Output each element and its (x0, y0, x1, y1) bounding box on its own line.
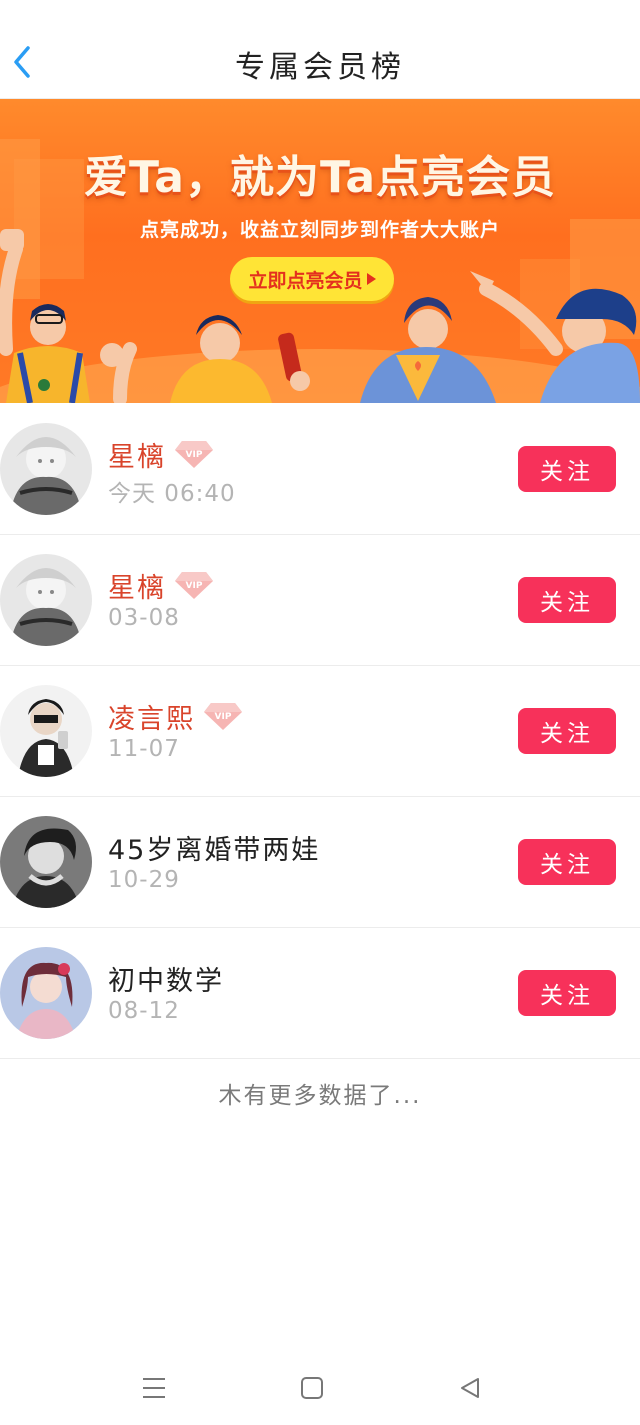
name-line: 星樆 VIP (108, 565, 214, 605)
cta-label: 立即点亮会员 (248, 269, 363, 292)
member-name: 初中数学 (108, 965, 224, 997)
member-list: 星樆 VIP 今天 06:40 关注 星樆 VIP 03-08 关注 凌言熙 V… (0, 404, 640, 1059)
follow-button[interactable]: 关注 (518, 839, 616, 885)
vip-diamond-icon: VIP (175, 441, 213, 468)
follow-button[interactable]: 关注 (518, 970, 616, 1016)
avatar[interactable] (0, 947, 92, 1039)
vip-diamond-icon: VIP (204, 703, 242, 730)
svg-text:VIP: VIP (186, 581, 203, 591)
member-name: 45岁离婚带两娃 (108, 834, 321, 866)
banner-title: 爱Ta，就为Ta点亮会员 (83, 152, 557, 203)
member-name: 星樆 (108, 572, 166, 604)
vip-diamond-icon: VIP (175, 572, 213, 599)
play-triangle-icon (366, 273, 376, 285)
page: 专属会员榜 爱Ta，就为Ta点亮会员 点亮成功，收益立刻同步到作者大大账户 立即… (0, 0, 640, 1425)
list-item[interactable]: 星樆 VIP 03-08 关注 (0, 535, 640, 666)
page-title: 专属会员榜 (235, 50, 405, 85)
list-item[interactable]: 初中数学 08-12 关注 (0, 928, 640, 1059)
banner-subtitle: 点亮成功，收益立刻同步到作者大大账户 (139, 219, 500, 241)
system-nav-bar (0, 1350, 640, 1425)
name-line: 初中数学 (108, 958, 224, 998)
list-item[interactable]: 凌言熙 VIP 11-07 关注 (0, 666, 640, 797)
avatar[interactable] (0, 423, 92, 515)
svg-text:VIP: VIP (186, 450, 203, 460)
square-home-icon (301, 1377, 323, 1399)
member-name: 星樆 (108, 441, 166, 473)
avatar[interactable] (0, 816, 92, 908)
timestamp: 08-12 (108, 998, 180, 1024)
follow-button[interactable]: 关注 (518, 577, 616, 623)
promo-banner[interactable]: 爱Ta，就为Ta点亮会员 点亮成功，收益立刻同步到作者大大账户 立即点亮会员 (0, 99, 640, 403)
avatar[interactable] (0, 554, 92, 646)
svg-text:VIP: VIP (215, 712, 232, 722)
no-more-data-text: 木有更多数据了... (218, 1083, 422, 1109)
light-up-vip-button[interactable]: 立即点亮会员 (230, 257, 394, 301)
timestamp: 今天 06:40 (108, 481, 236, 507)
back-nav-button[interactable] (452, 1370, 488, 1406)
name-line: 45岁离婚带两娃 (108, 827, 320, 867)
list-item[interactable]: 45岁离婚带两娃 10-29 关注 (0, 797, 640, 928)
home-nav-button[interactable] (294, 1370, 330, 1406)
timestamp: 03-08 (108, 605, 180, 631)
follow-button[interactable]: 关注 (518, 708, 616, 754)
name-line: 星樆 VIP (108, 434, 214, 474)
menu-icon (143, 1378, 165, 1398)
list-item[interactable]: 星樆 VIP 今天 06:40 关注 (0, 404, 640, 535)
name-line: 凌言熙 VIP (108, 696, 243, 736)
timestamp: 11-07 (108, 736, 180, 762)
menu-nav-button[interactable] (136, 1370, 172, 1406)
triangle-back-icon (461, 1378, 479, 1398)
timestamp: 10-29 (108, 867, 180, 893)
top-bar: 专属会员榜 (0, 0, 640, 99)
member-name: 凌言熙 (108, 703, 195, 735)
avatar[interactable] (0, 685, 92, 777)
follow-button[interactable]: 关注 (518, 446, 616, 492)
